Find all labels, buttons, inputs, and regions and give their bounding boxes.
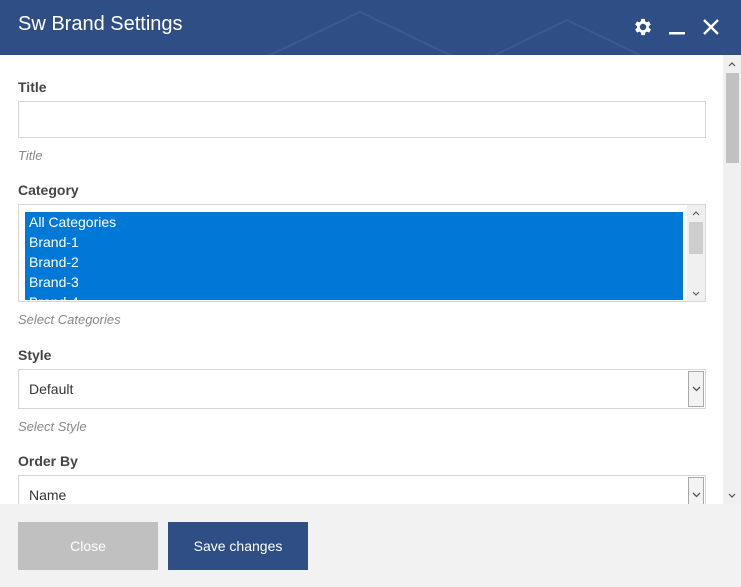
settings-form: Title Title Category All Categories Bran… (0, 55, 723, 504)
category-option[interactable]: All Categories (25, 212, 683, 232)
form-scrollbar[interactable] (723, 55, 741, 504)
brand-settings-dialog: Sw Brand Settings Title Title Category A… (0, 0, 741, 587)
chevron-down-icon[interactable] (688, 477, 704, 504)
scroll-up-icon[interactable] (687, 206, 705, 220)
dialog-header: Sw Brand Settings (0, 0, 741, 55)
chevron-down-icon[interactable] (688, 371, 704, 407)
header-controls (631, 14, 723, 40)
style-description: Select Style (18, 419, 87, 434)
title-input[interactable] (18, 101, 706, 138)
order-by-select[interactable]: Name (18, 475, 706, 504)
category-option[interactable]: Brand-1 (25, 232, 683, 252)
scroll-down-icon[interactable] (687, 286, 705, 300)
title-description: Title (18, 148, 43, 163)
style-selected-value: Default (29, 381, 74, 397)
gear-icon[interactable] (631, 14, 655, 40)
category-option[interactable]: Brand-2 (25, 252, 683, 272)
category-scroll-thumb[interactable] (689, 222, 703, 254)
dialog-title: Sw Brand Settings (18, 13, 183, 35)
category-options-list: All Categories Brand-1 Brand-2 Brand-3 B… (25, 212, 683, 300)
title-label: Title (18, 79, 47, 95)
close-button[interactable]: Close (18, 522, 158, 570)
dialog-footer: Close Save changes (0, 504, 741, 587)
form-scroll-thumb[interactable] (726, 73, 739, 163)
order-by-label: Order By (18, 453, 78, 469)
style-label: Style (18, 347, 52, 363)
scroll-up-icon[interactable] (723, 57, 741, 71)
close-icon[interactable] (699, 14, 723, 40)
scroll-down-icon[interactable] (723, 488, 741, 502)
category-option[interactable]: Brand-3 (25, 272, 683, 292)
category-multiselect[interactable]: All Categories Brand-1 Brand-2 Brand-3 B… (18, 204, 706, 302)
category-label: Category (18, 182, 79, 198)
category-scrollbar[interactable] (687, 205, 705, 301)
category-description: Select Categories (18, 312, 121, 327)
style-select[interactable]: Default (18, 369, 706, 409)
category-option[interactable]: Brand-4 (25, 292, 683, 300)
save-changes-button[interactable]: Save changes (168, 522, 308, 570)
order-by-selected-value: Name (29, 487, 67, 503)
minimize-icon[interactable] (665, 14, 689, 40)
